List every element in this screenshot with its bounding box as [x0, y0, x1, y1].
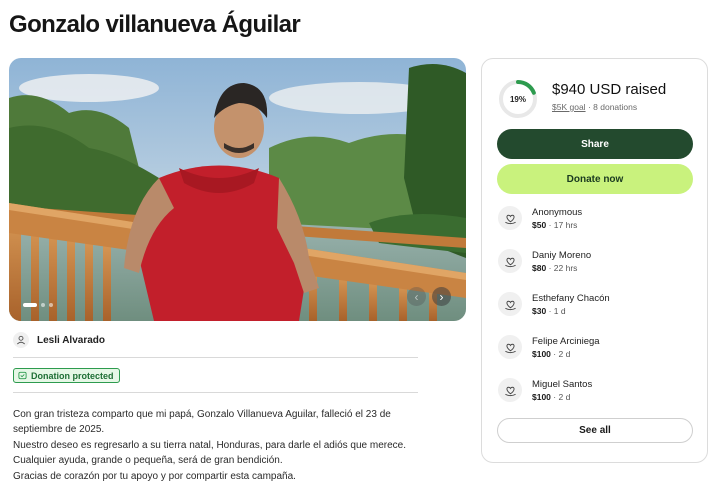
separator: ·: [548, 219, 552, 230]
heart-hand-icon: [498, 292, 522, 316]
page-title: Gonzalo villanueva Águilar: [9, 11, 301, 38]
donor-name: Anonymous: [532, 206, 583, 218]
divider: [13, 357, 418, 358]
donor-amount: $80: [532, 262, 547, 273]
donor-name: Felipe Arciniega: [532, 335, 600, 347]
donor-amount: $100: [532, 391, 551, 402]
story-line: Nuestro deseo es regresarlo a su tierra …: [13, 439, 406, 451]
separator: ·: [553, 391, 557, 402]
separator: ·: [553, 348, 557, 359]
donor-meta: $80 · 22 hrs: [532, 263, 591, 273]
arrow-right-icon[interactable]: ›: [432, 287, 451, 306]
donor-meta: $50 · 17 hrs: [532, 220, 582, 230]
person-icon: [13, 332, 29, 348]
donor-amount: $30: [532, 305, 547, 316]
donor-item: Esthefany Chacón $30 · 1 d: [498, 292, 610, 316]
story-line: Cualquier ayuda, grande o pequeña, será …: [13, 455, 283, 467]
organizer[interactable]: Lesli Alvarado: [13, 332, 105, 348]
donor-item: Felipe Arciniega $100 · 2 d: [498, 335, 600, 359]
story-text: Con gran tristeza comparto que mi papá, …: [13, 407, 443, 484]
story-line: Con gran tristeza comparto que mi papá, …: [13, 409, 391, 420]
arrow-left-icon[interactable]: ‹: [407, 287, 426, 306]
see-all-button[interactable]: See all: [497, 418, 693, 443]
story-line: Gracias de corazón por tu apoyo y por co…: [13, 470, 296, 482]
donor-item: Anonymous $50 · 17 hrs: [498, 206, 582, 230]
progress-ring: 19%: [498, 79, 538, 119]
goal-summary: $5K goal · 8 donations: [552, 102, 637, 112]
organizer-name[interactable]: Lesli Alvarado: [37, 335, 105, 346]
heart-hand-icon: [498, 249, 522, 273]
donor-time: 2 d: [558, 391, 571, 402]
donor-item: Miguel Santos $100 · 2 d: [498, 378, 592, 402]
donor-meta: $100 · 2 d: [532, 349, 600, 359]
separator: ·: [548, 262, 552, 273]
donor-meta: $30 · 1 d: [532, 306, 610, 316]
campaign-photo[interactable]: ‹ ›: [9, 58, 466, 321]
shield-icon: [18, 367, 27, 385]
donate-button[interactable]: Donate now: [497, 164, 693, 194]
amount-raised: $940 USD raised: [552, 81, 667, 98]
donor-time: 17 hrs: [553, 219, 578, 230]
donor-item: Daniy Moreno $80 · 22 hrs: [498, 249, 591, 273]
donation-count: 8 donations: [593, 102, 638, 112]
donor-meta: $100 · 2 d: [532, 392, 592, 402]
heart-hand-icon: [498, 206, 522, 230]
divider: [13, 392, 418, 393]
slide-dot[interactable]: [49, 303, 53, 307]
badge-label: Donation protected: [31, 370, 114, 381]
slide-dot[interactable]: [41, 303, 45, 307]
donation-protected-badge[interactable]: Donation protected: [13, 368, 120, 383]
donor-name: Miguel Santos: [532, 378, 593, 390]
donor-name: Esthefany Chacón: [532, 292, 610, 304]
donor-amount: $100: [532, 348, 551, 359]
donor-name: Daniy Moreno: [532, 249, 592, 261]
donor-time: 1 d: [553, 305, 566, 316]
separator: ·: [587, 102, 591, 112]
heart-hand-icon: [498, 378, 522, 402]
donor-time: 2 d: [558, 348, 571, 359]
campaign-photo-image: [9, 58, 466, 321]
donation-card: 19% $940 USD raised $5K goal · 8 donatio…: [481, 58, 708, 463]
donor-amount: $50: [532, 219, 547, 230]
progress-percent: 19%: [509, 94, 526, 104]
slide-dot[interactable]: [23, 303, 37, 307]
heart-hand-icon: [498, 335, 522, 359]
slide-indicators: [23, 303, 53, 307]
donor-time: 22 hrs: [553, 262, 578, 273]
goal-amount[interactable]: $5K goal: [552, 102, 586, 112]
story-line: septiembre de 2025.: [13, 424, 105, 436]
share-button[interactable]: Share: [497, 129, 693, 159]
separator: ·: [548, 305, 552, 316]
